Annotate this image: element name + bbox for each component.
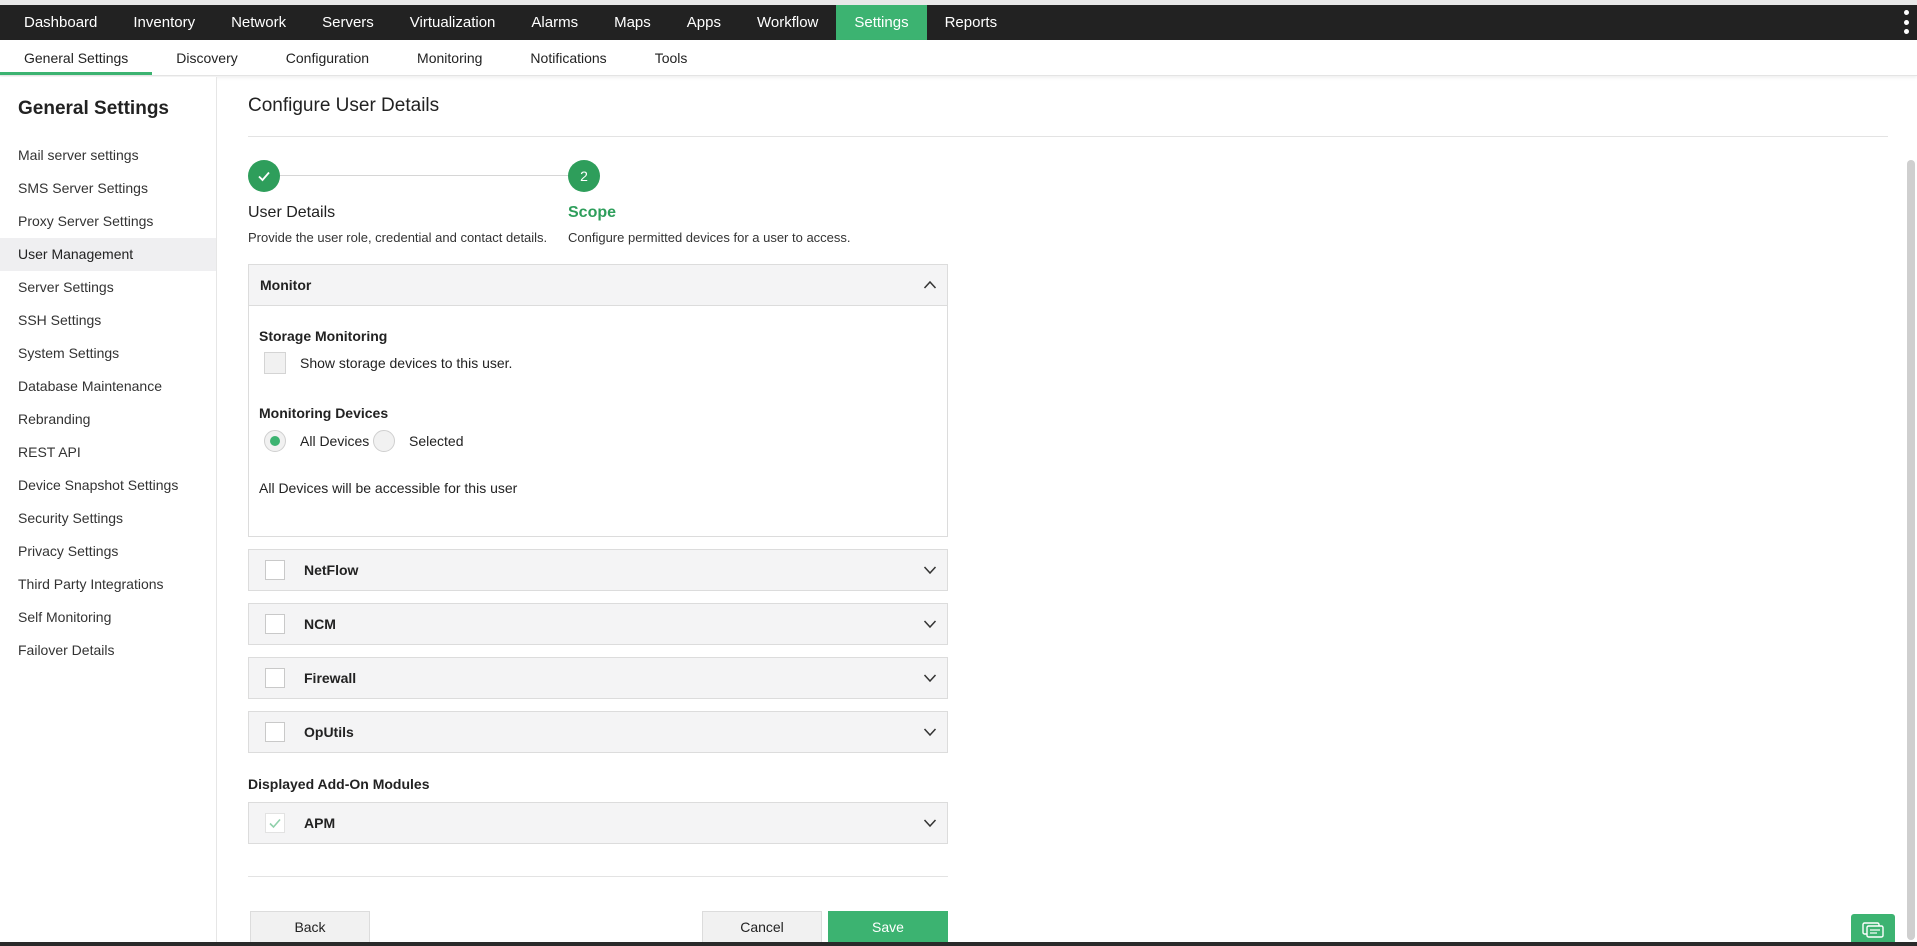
step-1-complete[interactable] (248, 160, 280, 192)
top-tab-network[interactable]: Network (213, 5, 304, 40)
chevron-down-icon[interactable] (923, 816, 937, 830)
apm-checkbox[interactable] (265, 813, 285, 833)
sidebar-item-failover-details[interactable]: Failover Details (0, 634, 216, 667)
sidebar-item-server-settings[interactable]: Server Settings (0, 271, 216, 304)
netflow-label: NetFlow (304, 562, 359, 578)
apm-label: APM (304, 815, 336, 831)
top-nav-tabs: Dashboard Inventory Network Servers Virt… (0, 5, 1015, 40)
top-tab-reports[interactable]: Reports (927, 5, 1016, 40)
firewall-checkbox[interactable] (265, 668, 285, 688)
check-icon (269, 818, 281, 829)
bottom-taskbar-strip (0, 942, 1917, 946)
all-devices-radio[interactable] (264, 430, 286, 452)
sidebar-title: General Settings (18, 98, 169, 119)
apm-section: APM (248, 802, 948, 844)
sidebar-item-self-monitoring[interactable]: Self Monitoring (0, 601, 216, 634)
sidebar-item-proxy-server-settings[interactable]: Proxy Server Settings (0, 205, 216, 238)
top-tab-maps[interactable]: Maps (596, 5, 669, 40)
all-devices-radio-label: All Devices (300, 433, 370, 449)
monitoring-devices-label: Monitoring Devices (259, 405, 389, 421)
sidebar-item-rest-api[interactable]: REST API (0, 436, 216, 469)
top-tab-settings[interactable]: Settings (836, 5, 927, 40)
sub-tab-notifications[interactable]: Notifications (506, 40, 630, 75)
storage-devices-checkbox[interactable] (264, 352, 286, 374)
save-button[interactable]: Save (828, 911, 948, 943)
storage-monitoring-label: Storage Monitoring (259, 328, 388, 344)
ncm-label: NCM (304, 616, 336, 632)
netflow-section-header[interactable]: NetFlow (249, 550, 947, 590)
sidebar-item-ssh-settings[interactable]: SSH Settings (0, 304, 216, 337)
sub-tab-monitoring[interactable]: Monitoring (393, 40, 506, 75)
chevron-down-icon[interactable] (923, 563, 937, 577)
ncm-section: NCM (248, 603, 948, 645)
oputils-label: OpUtils (304, 724, 354, 740)
sub-tab-discovery[interactable]: Discovery (152, 40, 261, 75)
all-devices-info-text: All Devices will be accessible for this … (259, 480, 518, 496)
selected-devices-radio[interactable] (373, 430, 395, 452)
monitor-section-label: Monitor (260, 277, 312, 293)
chevron-down-icon[interactable] (923, 671, 937, 685)
selected-devices-radio-label: Selected (409, 433, 464, 449)
cancel-button[interactable]: Cancel (702, 911, 822, 943)
chat-icon (1862, 922, 1884, 938)
oputils-checkbox[interactable] (265, 722, 285, 742)
step-2-number[interactable]: 2 (568, 160, 600, 192)
firewall-section-header[interactable]: Firewall (249, 658, 947, 698)
top-tab-virtualization[interactable]: Virtualization (392, 5, 514, 40)
footer-divider (248, 876, 948, 877)
back-button[interactable]: Back (250, 911, 370, 943)
top-tab-alarms[interactable]: Alarms (513, 5, 596, 40)
netflow-checkbox[interactable] (265, 560, 285, 580)
oputils-section-header[interactable]: OpUtils (249, 712, 947, 752)
chevron-down-icon[interactable] (923, 617, 937, 631)
sub-navigation: General Settings Discovery Configuration… (0, 40, 1917, 76)
sidebar-item-device-snapshot-settings[interactable]: Device Snapshot Settings (0, 469, 216, 502)
step-2-description: Configure permitted devices for a user t… (568, 230, 851, 245)
check-icon (258, 171, 270, 182)
sub-tab-tools[interactable]: Tools (631, 40, 712, 75)
top-tab-servers[interactable]: Servers (304, 5, 392, 40)
top-tab-workflow[interactable]: Workflow (739, 5, 836, 40)
chevron-up-icon[interactable] (923, 278, 937, 292)
firewall-section: Firewall (248, 657, 948, 699)
storage-devices-checkbox-label: Show storage devices to this user. (300, 355, 513, 371)
top-tab-inventory[interactable]: Inventory (115, 5, 213, 40)
ncm-section-header[interactable]: NCM (249, 604, 947, 644)
ncm-checkbox[interactable] (265, 614, 285, 634)
title-divider (248, 136, 1888, 137)
top-tab-apps[interactable]: Apps (669, 5, 739, 40)
sidebar-item-rebranding[interactable]: Rebranding (0, 403, 216, 436)
sidebar-item-user-management[interactable]: User Management (0, 238, 216, 271)
netflow-section: NetFlow (248, 549, 948, 591)
kebab-menu-icon[interactable] (1903, 10, 1909, 34)
step-1-title: User Details (248, 204, 336, 221)
sub-tab-configuration[interactable]: Configuration (262, 40, 393, 75)
page-title: Configure User Details (248, 95, 440, 116)
top-navigation: Dashboard Inventory Network Servers Virt… (0, 0, 1917, 40)
chevron-down-icon[interactable] (923, 725, 937, 739)
addon-modules-label: Displayed Add-On Modules (248, 776, 430, 792)
sidebar: General Settings Mail server settings SM… (0, 77, 217, 946)
sidebar-item-sms-server-settings[interactable]: SMS Server Settings (0, 172, 216, 205)
top-tab-dashboard[interactable]: Dashboard (6, 5, 115, 40)
monitor-section: Monitor Storage Monitoring Show storage … (248, 264, 948, 537)
sidebar-item-security-settings[interactable]: Security Settings (0, 502, 216, 535)
sidebar-item-mail-server-settings[interactable]: Mail server settings (0, 139, 216, 172)
apm-section-header[interactable]: APM (249, 803, 947, 843)
monitor-section-body: Storage Monitoring Show storage devices … (249, 305, 947, 536)
step-connector (280, 175, 568, 176)
monitor-section-header[interactable]: Monitor (249, 265, 947, 305)
firewall-label: Firewall (304, 670, 357, 686)
sub-tab-general-settings[interactable]: General Settings (0, 40, 153, 75)
oputils-section: OpUtils (248, 711, 948, 753)
sidebar-item-third-party-integrations[interactable]: Third Party Integrations (0, 568, 216, 601)
sidebar-item-system-settings[interactable]: System Settings (0, 337, 216, 370)
page-scrollbar[interactable] (1907, 160, 1915, 940)
sidebar-item-database-maintenance[interactable]: Database Maintenance (0, 370, 216, 403)
step-2-title: Scope (568, 204, 617, 221)
main-content: Configure User Details 2 User Details Sc… (248, 77, 1888, 946)
wizard-stepper: 2 User Details Scope Provide the user ro… (248, 160, 948, 250)
sidebar-item-privacy-settings[interactable]: Privacy Settings (0, 535, 216, 568)
step-1-description: Provide the user role, credential and co… (248, 230, 548, 245)
